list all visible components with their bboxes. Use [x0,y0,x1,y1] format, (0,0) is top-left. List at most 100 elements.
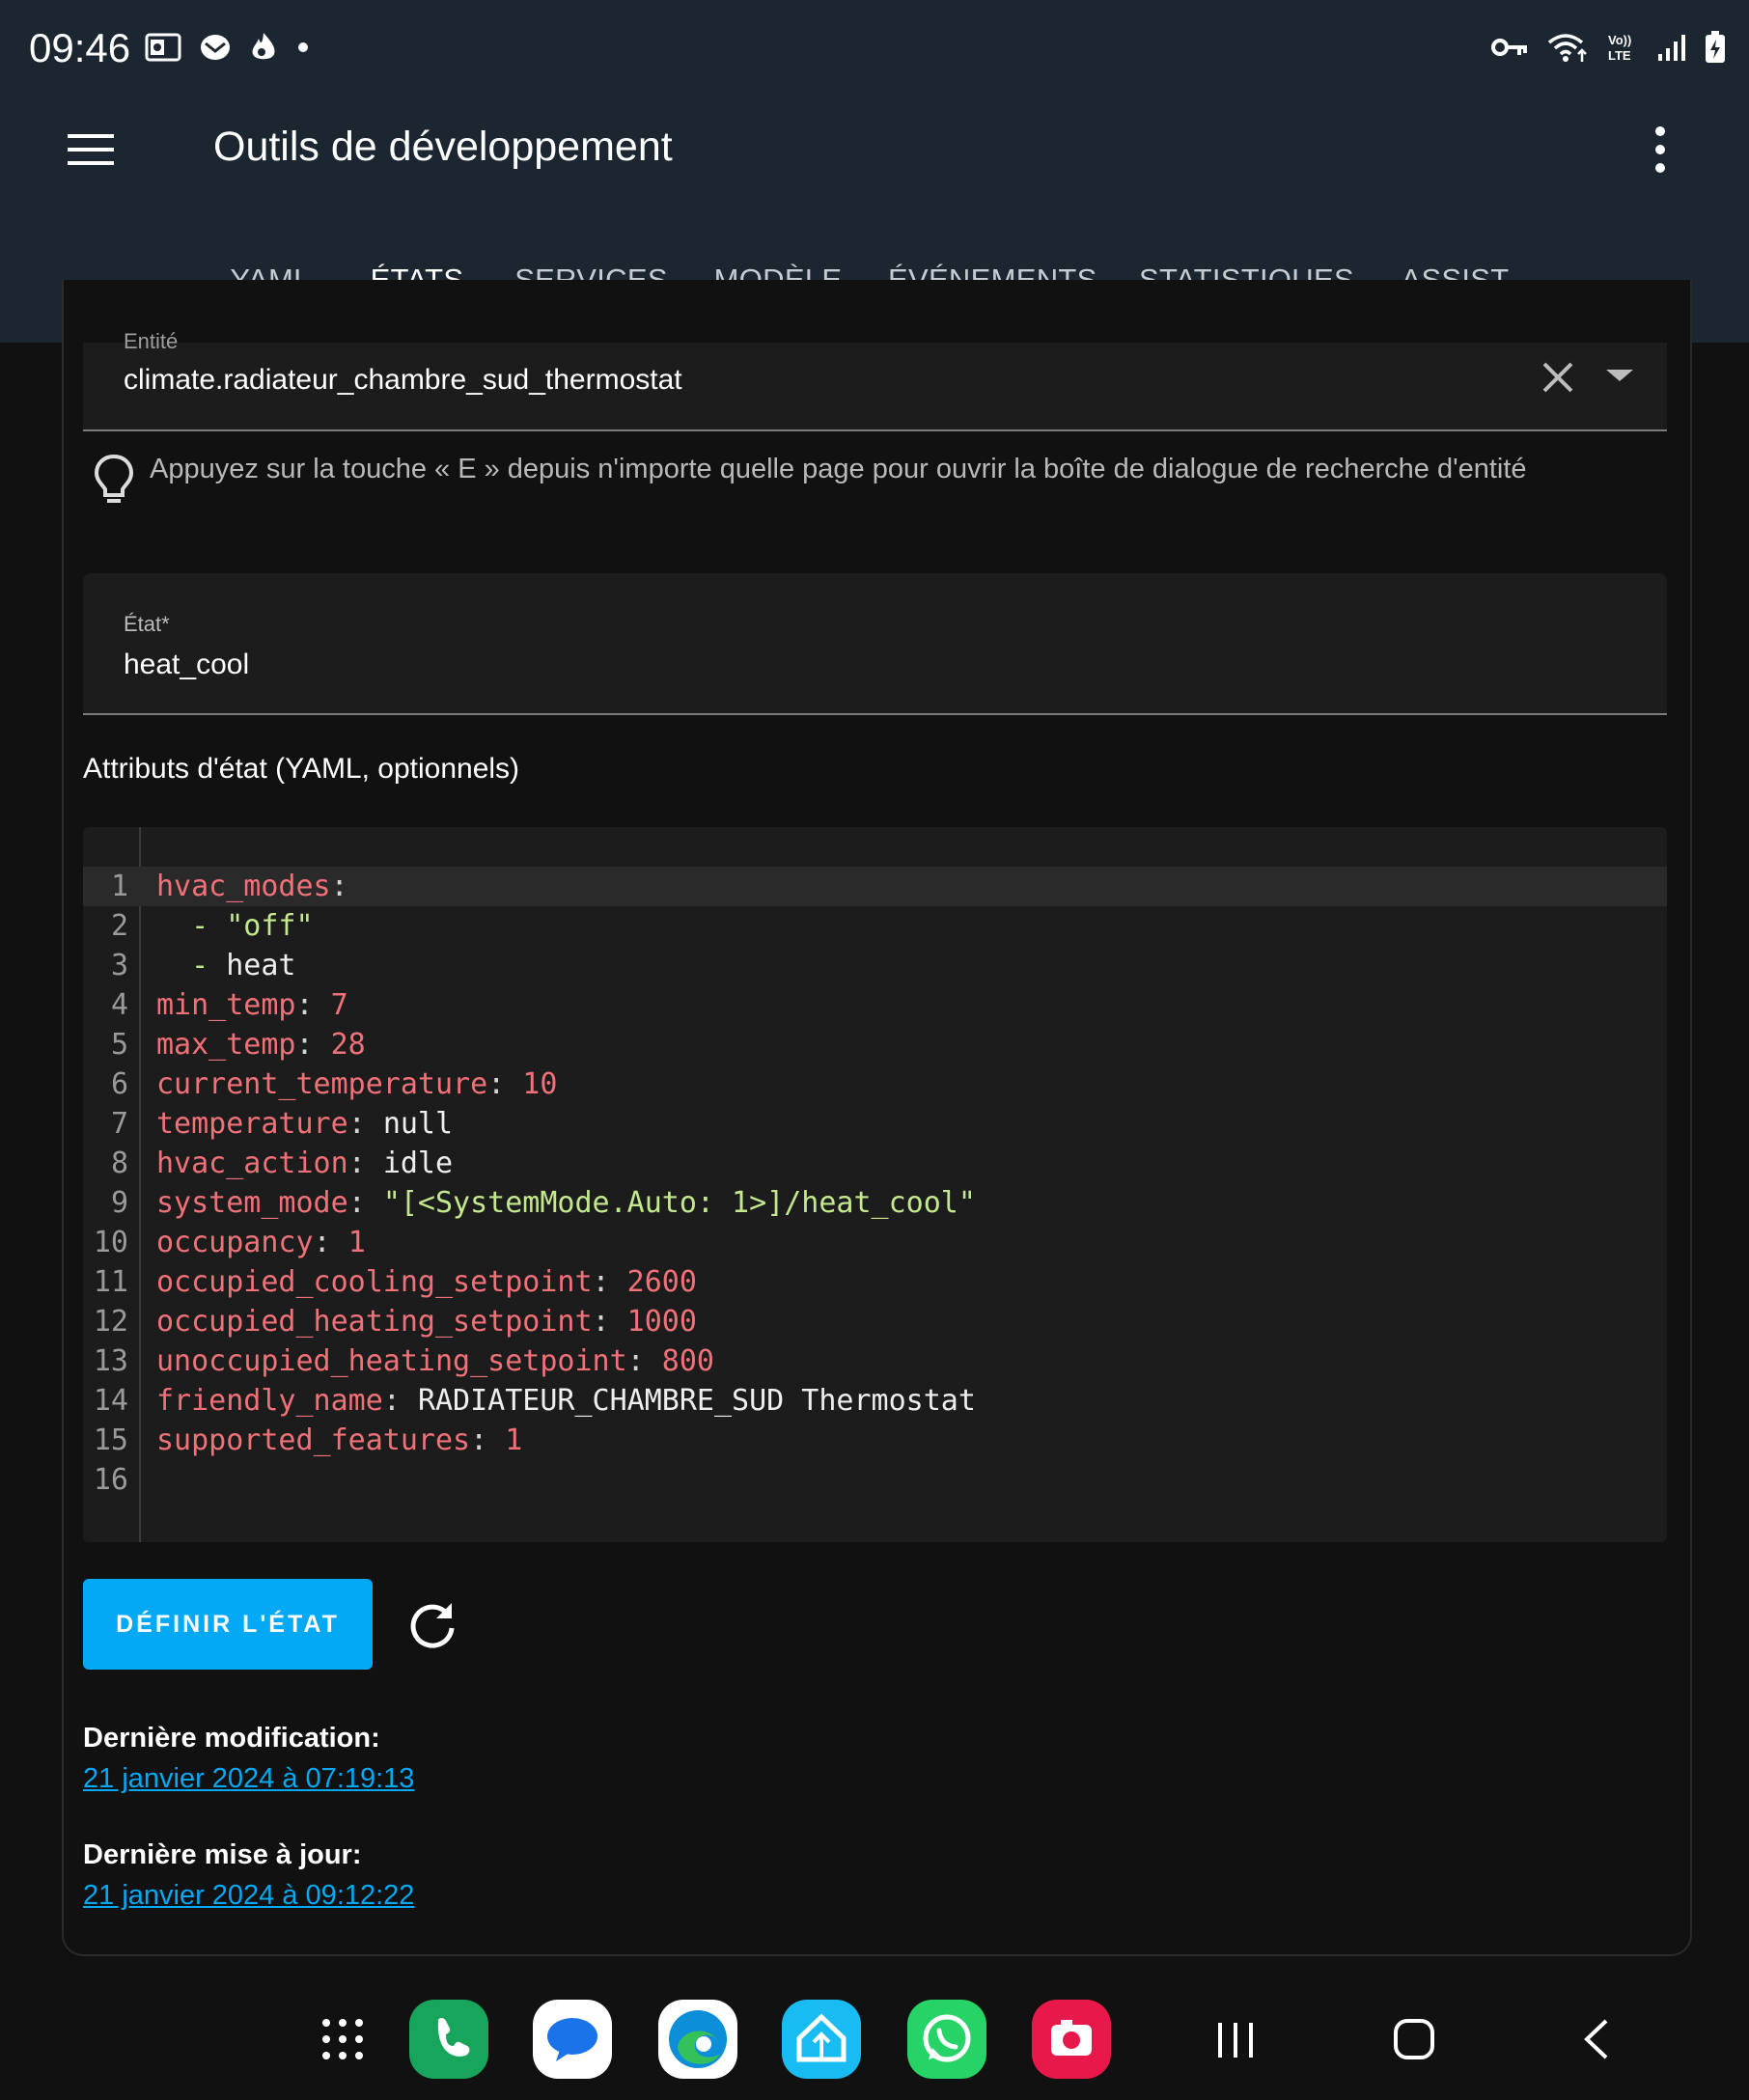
clear-entity-button[interactable] [1533,352,1583,402]
whatsapp-icon[interactable] [907,2000,986,2079]
code-text: - heat [156,949,296,982]
flame-icon [252,33,275,60]
yaml-value: "[<SystemMode.Auto: 1>]/heat_cool" [382,1186,976,1220]
yaml-value: heat [226,949,296,982]
yaml-key: supported_features [156,1423,471,1457]
code-text: temperature: null [156,1107,454,1141]
arrow-drop-down-icon [1606,370,1633,381]
line-number: 12 [93,1305,128,1339]
yaml-value: 1 [347,1226,366,1259]
line-number: 9 [110,1186,128,1220]
code-line: 13 unoccupied_heating_setpoint: 800 [83,1341,1667,1381]
battery-icon [1706,31,1725,63]
dot-icon [298,42,308,52]
refresh-button[interactable] [405,1597,459,1651]
state-input[interactable]: État* heat_cool [83,573,1667,715]
code-line: 1 hvac_modes: [83,867,1667,906]
yaml-value: 7 [330,988,348,1022]
yaml-value: RADIATEUR_CHAMBRE_SUD Thermostat [417,1384,976,1418]
vpn-key-icon [1491,39,1527,56]
last-changed-link[interactable]: 21 janvier 2024 à 07:19:13 [83,1763,414,1795]
svg-text:LTE: LTE [1608,48,1631,63]
line-number: 15 [93,1423,128,1457]
code-text: friendly_name: RADIATEUR_CHAMBRE_SUD The… [156,1384,976,1418]
home-assistant-icon[interactable] [782,2000,861,2079]
code-line: 2 - "off" [83,906,1667,946]
navigation-bar [0,1959,1749,2100]
line-number: 14 [93,1384,128,1418]
yaml-value: "off" [226,909,314,943]
yaml-value: 1000 [626,1305,697,1339]
yaml-key: current_temperature [156,1067,488,1101]
yaml-value: 10 [522,1067,558,1101]
line-number: 8 [110,1147,128,1180]
overflow-menu-button[interactable] [1641,124,1680,178]
status-bar: 09:46 Vo)) LTE [0,0,1749,101]
status-time: 09:46 [29,25,131,70]
entity-dropdown-button[interactable] [1595,364,1645,393]
code-line: 14 friendly_name: RADIATEUR_CHAMBRE_SUD T… [83,1381,1667,1421]
edge-browser-icon[interactable] [658,2000,737,2079]
code-line: 10 occupancy: 1 [83,1223,1667,1262]
yaml-attributes-editor[interactable]: 1 hvac_modes: 2 - "off" 3 - heat 4 min_temp:… [83,827,1667,1542]
yaml-key: hvac_modes [156,870,331,903]
code-line: 7 temperature: null [83,1104,1667,1144]
lightbulb-icon [93,454,135,508]
yaml-value: 1 [505,1423,523,1457]
outlook-icon [145,33,181,62]
code-line: 3 - heat [83,946,1667,985]
yaml-key: friendly_name [156,1384,383,1418]
code-text: supported_features: 1 [156,1423,523,1457]
line-number: 4 [110,988,128,1022]
last-updated-link[interactable]: 21 janvier 2024 à 09:12:22 [83,1880,414,1912]
svg-text:Vo)): Vo)) [1608,33,1631,47]
set-state-button[interactable]: DÉFINIR L'ÉTAT [83,1579,373,1670]
yaml-key: hvac_action [156,1147,348,1180]
phone-app-icon[interactable] [409,2000,488,2079]
volte-icon: Vo))LTE [1608,33,1631,63]
yaml-value: 2600 [626,1265,697,1299]
line-number: 16 [93,1463,128,1497]
screen-recorder-icon[interactable] [1032,2000,1111,2079]
code-line: 6 current_temperature: 10 [83,1064,1667,1104]
system-icons: Vo)) LTE [1490,31,1726,64]
line-number: 7 [110,1107,128,1141]
messages-app-icon[interactable] [533,2000,612,2079]
refresh-icon [410,1603,455,1648]
code-line: 15 supported_features: 1 [83,1421,1667,1460]
menu-button[interactable] [66,128,118,171]
yaml-key: occupied_heating_setpoint [156,1305,593,1339]
line-number: 5 [110,1028,128,1062]
last-updated-label: Dernière mise à jour: [83,1839,362,1870]
line-number: 10 [93,1226,128,1259]
code-line: 12 occupied_heating_setpoint: 1000 [83,1302,1667,1341]
code-text: hvac_modes: [156,870,366,903]
home-icon[interactable] [1392,2017,1436,2061]
entity-value[interactable]: climate.radiateur_chambre_sud_thermostat [124,364,682,397]
apps-grid-icon[interactable] [319,2015,367,2063]
yaml-value: 800 [661,1344,714,1378]
entity-search-hint: Appuyez sur la touche « E » depuis n'imp… [150,454,1527,484]
back-icon[interactable] [1579,2017,1614,2061]
code-line: 8 hvac_action: idle [83,1144,1667,1183]
code-line: 4 min_temp: 7 [83,985,1667,1025]
line-number: 1 [110,870,128,903]
entity-picker[interactable]: Entité climate.radiateur_chambre_sud_the… [83,329,1667,431]
recents-icon[interactable] [1214,2019,1257,2061]
attributes-label: Attributs d'état (YAML, optionnels) [83,753,520,785]
code-text: min_temp: 7 [156,988,348,1022]
yaml-value: 28 [330,1028,366,1062]
last-changed-label: Dernière modification: [83,1723,380,1754]
yaml-key: min_temp [156,988,296,1022]
code-text: occupied_heating_setpoint: 1000 [156,1305,697,1339]
code-line: 11 occupied_cooling_setpoint: 2600 [83,1262,1667,1302]
line-number: 13 [93,1344,128,1378]
code-line: 5 max_temp: 28 [83,1025,1667,1064]
notification-icons [145,31,311,64]
close-icon [1542,362,1573,393]
code-line: 16 [83,1460,1667,1500]
code-text: hvac_action: idle [156,1147,454,1180]
yaml-key: unoccupied_heating_setpoint [156,1344,627,1378]
line-number: 3 [110,949,128,982]
state-value[interactable]: heat_cool [124,649,249,681]
